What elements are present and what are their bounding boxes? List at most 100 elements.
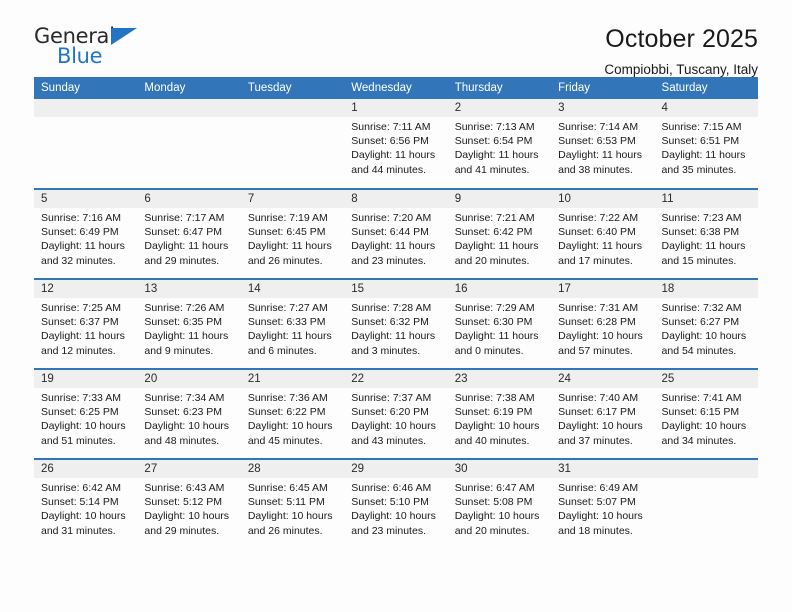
sunrise-time: Sunrise: 7:23 AM xyxy=(661,212,742,224)
calendar-day-cell[interactable]: 11 Sunrise: 7:23 AM Sunset: 6:38 PM Dayligh… xyxy=(654,188,758,279)
sunrise-time: Sunrise: 7:31 AM xyxy=(558,302,639,314)
weekday-header-row: Sunday Monday Tuesday Wednesday Thursday Frid… xyxy=(34,77,758,99)
day-number: 30 xyxy=(447,460,552,478)
day-details: Sunrise: 7:41 AM Sunset: 6:15 PM Daylight:… xyxy=(655,388,758,448)
sunset-time: Sunset: 6:35 PM xyxy=(144,316,223,329)
calendar-day-cell[interactable]: 12 Sunrise: 7:25 AM Sunset: 6:37 PM Dayligh… xyxy=(34,278,138,369)
day-details: Sunrise: 7:40 AM Sunset: 6:17 PM Daylight:… xyxy=(551,388,654,448)
day-details: Sunrise: 7:28 AM Sunset: 6:32 PM Daylight:… xyxy=(344,298,447,358)
day-details: Sunrise: 7:36 AM Sunset: 6:22 PM Daylight:… xyxy=(241,388,344,448)
calendar-day-cell[interactable]: 7 Sunrise: 7:19 AM Sunset: 6:45 PM Daylight… xyxy=(240,188,345,279)
sunrise-time: Sunrise: 7:13 AM xyxy=(454,121,535,133)
calendar-day-cell[interactable]: 28 Sunrise: 6:45 AM Sunset: 5:11 PM Dayligh… xyxy=(240,458,345,549)
calendar-day-cell[interactable]: 21 Sunrise: 7:36 AM Sunset: 6:22 PM Dayligh… xyxy=(240,368,345,459)
daylight-duration: Daylight: 10 hours and 26 minutes. xyxy=(247,510,333,537)
weekday-header-tuesday: Tuesday xyxy=(240,77,345,99)
calendar-day-cell[interactable]: 19 Sunrise: 7:33 AM Sunset: 6:25 PM Dayligh… xyxy=(34,368,138,459)
calendar-day-cell[interactable]: 15 Sunrise: 7:28 AM Sunset: 6:32 PM Dayligh… xyxy=(344,278,448,369)
day-number: 7 xyxy=(240,190,345,208)
day-details: Sunrise: 7:33 AM Sunset: 6:25 PM Daylight:… xyxy=(34,388,137,448)
sunrise-time: Sunrise: 7:19 AM xyxy=(247,212,328,224)
calendar-day-cell[interactable]: 22 Sunrise: 7:37 AM Sunset: 6:20 PM Dayligh… xyxy=(344,368,448,459)
day-details: Sunrise: 6:42 AM Sunset: 5:14 PM Daylight:… xyxy=(34,478,137,538)
sunrise-time: Sunrise: 6:42 AM xyxy=(41,482,121,494)
calendar-day-cell[interactable]: 16 Sunrise: 7:29 AM Sunset: 6:30 PM Dayligh… xyxy=(447,278,552,369)
daylight-duration: Daylight: 11 hours and 38 minutes. xyxy=(558,149,642,176)
calendar-day-cell[interactable]: 27 Sunrise: 6:43 AM Sunset: 5:12 PM Dayligh… xyxy=(137,458,241,549)
calendar-day-cell[interactable]: 9 Sunrise: 7:21 AM Sunset: 6:42 PM Daylight… xyxy=(447,188,552,279)
day-details: Sunrise: 7:38 AM Sunset: 6:19 PM Daylight:… xyxy=(448,388,551,448)
sunrise-time: Sunrise: 7:29 AM xyxy=(454,302,535,314)
sunset-time: Sunset: 6:27 PM xyxy=(661,316,740,329)
day-number: 14 xyxy=(240,280,345,298)
daylight-duration: Daylight: 10 hours and 23 minutes. xyxy=(351,510,436,537)
daylight-duration: Daylight: 11 hours and 3 minutes. xyxy=(351,330,436,357)
calendar-day-cell[interactable]: 26 Sunrise: 6:42 AM Sunset: 5:14 PM Dayligh… xyxy=(34,458,138,549)
sunrise-time: Sunrise: 7:41 AM xyxy=(661,392,742,404)
daylight-duration: Daylight: 11 hours and 29 minutes. xyxy=(144,240,229,267)
calendar-day-cell[interactable]: 24 Sunrise: 7:40 AM Sunset: 6:17 PM Dayligh… xyxy=(551,368,655,459)
day-number: 15 xyxy=(344,280,448,298)
day-details: Sunrise: 7:19 AM Sunset: 6:45 PM Daylight:… xyxy=(241,208,344,268)
daylight-duration: Daylight: 10 hours and 57 minutes. xyxy=(558,330,643,357)
calendar-day-cell[interactable]: 6 Sunrise: 7:17 AM Sunset: 6:47 PM Daylight… xyxy=(137,188,241,279)
day-details: Sunrise: 7:27 AM Sunset: 6:33 PM Daylight:… xyxy=(241,298,344,358)
calendar-day-cell[interactable]: 31 Sunrise: 6:49 AM Sunset: 5:07 PM Dayligh… xyxy=(551,458,655,549)
calendar-day-cell[interactable]: 29 Sunrise: 6:46 AM Sunset: 5:10 PM Dayligh… xyxy=(344,458,448,549)
calendar-day-cell[interactable]: 20 Sunrise: 7:34 AM Sunset: 6:23 PM Dayligh… xyxy=(137,368,241,459)
logo-triangle-icon xyxy=(111,28,137,45)
calendar-day-cell[interactable]: 1 Sunrise: 7:11 AM Sunset: 6:56 PM Daylight… xyxy=(344,99,448,189)
calendar-day-cell[interactable]: 23 Sunrise: 7:38 AM Sunset: 6:19 PM Dayligh… xyxy=(447,368,552,459)
daylight-duration: Daylight: 10 hours and 45 minutes. xyxy=(247,420,333,447)
logo-text-blue: Blue xyxy=(57,44,103,68)
sunrise-time: Sunrise: 7:16 AM xyxy=(41,212,121,224)
sunrise-time: Sunrise: 7:17 AM xyxy=(144,212,225,224)
daylight-duration: Daylight: 10 hours and 43 minutes. xyxy=(351,420,436,447)
sunrise-time: Sunrise: 6:46 AM xyxy=(351,482,432,494)
calendar-day-cell[interactable]: 10 Sunrise: 7:22 AM Sunset: 6:40 PM Dayligh… xyxy=(551,188,655,279)
generalblue-logo: General Blue xyxy=(34,26,144,70)
sunset-time: Sunset: 6:51 PM xyxy=(661,135,740,148)
daylight-duration: Daylight: 10 hours and 18 minutes. xyxy=(558,510,643,537)
calendar-day-cell[interactable]: 2 Sunrise: 7:13 AM Sunset: 6:54 PM Daylight… xyxy=(447,99,552,189)
sunrise-time: Sunrise: 7:11 AM xyxy=(351,121,431,133)
title-block: October 2025 Compiobbi, Tuscany, Italy xyxy=(604,25,758,77)
calendar-day-cell[interactable]: 25 Sunrise: 7:41 AM Sunset: 6:15 PM Dayligh… xyxy=(654,368,758,459)
day-details: Sunrise: 7:16 AM Sunset: 6:49 PM Daylight:… xyxy=(34,208,137,268)
day-details: Sunrise: 7:13 AM Sunset: 6:54 PM Daylight:… xyxy=(448,117,551,177)
sunset-time: Sunset: 6:40 PM xyxy=(558,226,636,239)
calendar-day-cell[interactable]: 4 Sunrise: 7:15 AM Sunset: 6:51 PM Daylight… xyxy=(654,99,758,189)
calendar-day-cell[interactable]: 3 Sunrise: 7:14 AM Sunset: 6:53 PM Daylight… xyxy=(551,99,655,189)
calendar-day-cell[interactable]: 14 Sunrise: 7:27 AM Sunset: 6:33 PM Dayligh… xyxy=(240,278,345,369)
day-number: 10 xyxy=(551,190,655,208)
daylight-duration: Daylight: 11 hours and 41 minutes. xyxy=(454,149,539,176)
calendar-header-row: Sunday Monday Tuesday Wednesday Thursday Frid… xyxy=(34,77,758,99)
sunrise-time: Sunrise: 7:22 AM xyxy=(558,212,639,224)
day-number xyxy=(34,99,138,117)
sunrise-time: Sunrise: 7:32 AM xyxy=(661,302,742,314)
weekday-header-monday: Monday xyxy=(137,77,241,99)
calendar-day-cell[interactable]: 13 Sunrise: 7:26 AM Sunset: 6:35 PM Dayligh… xyxy=(137,278,241,369)
day-number: 24 xyxy=(551,370,655,388)
sunset-time: Sunset: 6:42 PM xyxy=(454,226,533,239)
calendar-day-cell-empty xyxy=(654,458,758,549)
day-details: Sunrise: 7:17 AM Sunset: 6:47 PM Daylight:… xyxy=(137,208,240,268)
day-number: 9 xyxy=(447,190,552,208)
day-number: 31 xyxy=(551,460,655,478)
calendar-day-cell[interactable]: 30 Sunrise: 6:47 AM Sunset: 5:08 PM Dayligh… xyxy=(447,458,552,549)
page-title: October 2025 xyxy=(605,25,758,53)
calendar-day-cell[interactable]: 17 Sunrise: 7:31 AM Sunset: 6:28 PM Dayligh… xyxy=(551,278,655,369)
calendar-day-cell[interactable]: 5 Sunrise: 7:16 AM Sunset: 6:49 PM Daylight… xyxy=(34,188,138,279)
calendar-day-cell[interactable]: 8 Sunrise: 7:20 AM Sunset: 6:44 PM Daylight… xyxy=(344,188,448,279)
sunset-time: Sunset: 6:54 PM xyxy=(454,135,533,148)
day-number: 2 xyxy=(447,99,552,117)
sunset-time: Sunset: 6:56 PM xyxy=(351,135,429,148)
sunrise-time: Sunrise: 7:36 AM xyxy=(247,392,328,404)
sunset-time: Sunset: 6:19 PM xyxy=(454,406,533,419)
day-details: Sunrise: 6:45 AM Sunset: 5:11 PM Daylight:… xyxy=(241,478,344,538)
day-number: 3 xyxy=(551,99,655,117)
sunset-time: Sunset: 6:20 PM xyxy=(351,406,429,419)
calendar-day-cell[interactable]: 18 Sunrise: 7:32 AM Sunset: 6:27 PM Dayligh… xyxy=(654,278,758,369)
day-number: 23 xyxy=(447,370,552,388)
weekday-header-friday: Friday xyxy=(551,77,655,99)
